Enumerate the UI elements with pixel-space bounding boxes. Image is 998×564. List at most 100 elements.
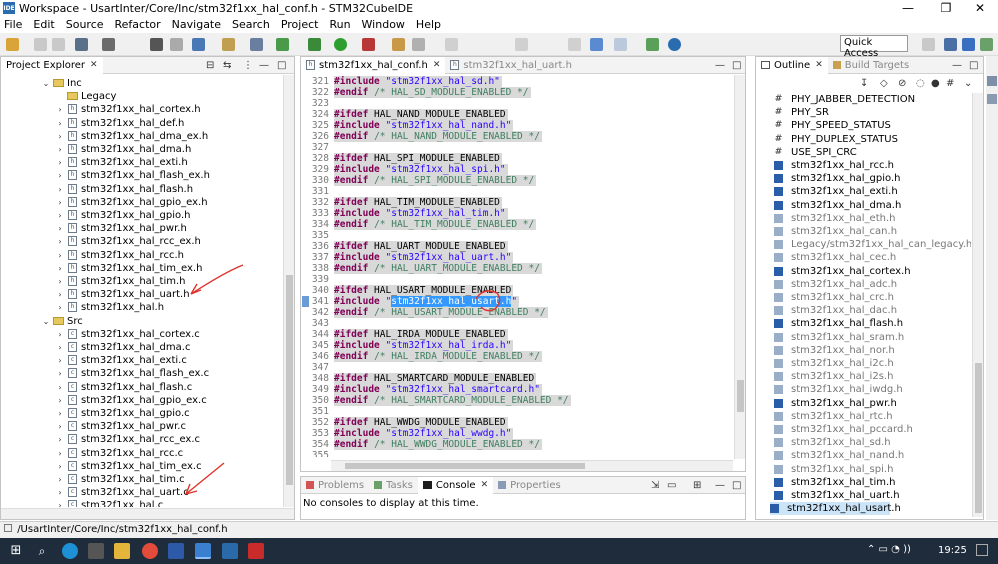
view-menu-icon[interactable]: ⋮ xyxy=(243,60,253,71)
minimize-view-icon[interactable]: — xyxy=(259,60,269,71)
expand-toggle-icon[interactable]: › xyxy=(55,447,65,460)
view-menu-icon[interactable]: ⌄ xyxy=(964,78,972,89)
expand-toggle-icon[interactable]: › xyxy=(55,209,65,222)
maximize-button[interactable]: ❐ xyxy=(928,0,964,16)
expand-toggle-icon[interactable]: › xyxy=(55,394,65,407)
tab-problems[interactable]: Problems xyxy=(301,477,369,494)
terminal-icon[interactable] xyxy=(168,543,184,559)
info-icon[interactable] xyxy=(668,38,681,51)
new-icon[interactable] xyxy=(6,38,19,51)
terminate-icon[interactable] xyxy=(170,38,183,51)
expand-toggle-icon[interactable]: ⌄ xyxy=(41,315,51,328)
tab-console[interactable]: Console ✕ xyxy=(417,476,494,494)
run-icon[interactable] xyxy=(334,38,347,51)
close-icon[interactable]: ✕ xyxy=(433,60,441,70)
menu-project[interactable]: Project xyxy=(281,18,319,31)
code-line[interactable]: #include "stm32f1xx_hal_wwdg.h" xyxy=(334,428,514,439)
expand-toggle-icon[interactable]: › xyxy=(55,222,65,235)
code-line[interactable]: #include "stm32f1xx_hal_smartcard.h" xyxy=(334,384,542,395)
expand-toggle-icon[interactable]: › xyxy=(55,460,65,473)
collapse-all-icon[interactable]: ⊟ xyxy=(206,60,214,71)
expand-toggle-icon[interactable]: › xyxy=(55,381,65,394)
code-line[interactable]: #ifdef HAL_SPI_MODULE_ENABLED xyxy=(334,153,502,164)
expand-toggle-icon[interactable]: › xyxy=(55,407,65,420)
restore-icon[interactable] xyxy=(987,76,997,86)
expand-toggle-icon[interactable]: › xyxy=(55,328,65,341)
expand-toggle-icon[interactable]: › xyxy=(55,169,65,182)
scroll-thumb[interactable] xyxy=(286,275,293,485)
code-line[interactable]: #endif /* HAL_TIM_MODULE_ENABLED */ xyxy=(334,219,537,230)
menu-search[interactable]: Search xyxy=(232,18,270,31)
maximize-view-icon[interactable]: □ xyxy=(969,60,978,71)
expand-toggle-icon[interactable]: › xyxy=(55,354,65,367)
scroll-thumb[interactable] xyxy=(345,463,585,469)
expand-toggle-icon[interactable]: › xyxy=(55,103,65,116)
open-perspective-icon[interactable] xyxy=(646,38,659,51)
expand-toggle-icon[interactable]: › xyxy=(55,275,65,288)
hammer-icon[interactable] xyxy=(102,38,115,51)
tab-tasks[interactable]: Tasks xyxy=(369,477,418,494)
code-area[interactable]: 321 #include "stm32f1xx_hal_sd.h" 322 #endi… xyxy=(301,76,731,457)
minimize-button[interactable]: — xyxy=(890,0,926,16)
minimize-view-icon[interactable]: — xyxy=(715,60,725,71)
sort-icon[interactable]: ↧ xyxy=(860,78,868,89)
tab-stm32f1xx-hal-uart-h[interactable]: h stm32f1xx_hal_uart.h xyxy=(445,57,577,74)
expand-toggle-icon[interactable]: › xyxy=(55,130,65,143)
expand-toggle-icon[interactable]: › xyxy=(55,301,65,314)
editor-vscroll[interactable] xyxy=(734,75,745,459)
expand-toggle-icon[interactable]: › xyxy=(55,196,65,209)
expand-toggle-icon[interactable]: › xyxy=(55,473,65,486)
expand-toggle-icon[interactable]: › xyxy=(55,117,65,130)
pen-icon[interactable] xyxy=(412,38,425,51)
project-explorer-vscroll[interactable] xyxy=(283,75,294,507)
debug-icon[interactable] xyxy=(308,38,321,51)
save-all-icon[interactable] xyxy=(52,38,65,51)
chrome-icon[interactable] xyxy=(142,543,158,559)
code-line[interactable]: #include "stm32f1xx_hal_spi.h" xyxy=(334,164,508,175)
hide-fields-icon[interactable]: ◇ xyxy=(880,78,888,89)
close-icon[interactable]: ✕ xyxy=(90,60,98,70)
tab-properties[interactable]: Properties xyxy=(493,477,566,494)
code-line[interactable]: #endif /* HAL_SMARTCARD_MODULE_ENABLED *… xyxy=(334,395,571,406)
cubemx-icon[interactable] xyxy=(222,543,238,559)
project-explorer-hscroll[interactable] xyxy=(1,508,294,519)
close-button[interactable]: ✕ xyxy=(962,0,998,16)
file-explorer-icon[interactable] xyxy=(114,543,130,559)
code-line[interactable]: #ifdef HAL_SMARTCARD_MODULE_ENABLED xyxy=(334,373,537,384)
menu-help[interactable]: Help xyxy=(416,18,441,31)
code-line[interactable]: #ifdef HAL_WWDG_MODULE_ENABLED xyxy=(334,417,508,428)
new-source-icon[interactable] xyxy=(222,38,235,51)
expand-toggle-icon[interactable]: › xyxy=(55,341,65,354)
expand-toggle-icon[interactable]: ⌄ xyxy=(41,77,51,90)
tab-project-explorer[interactable]: Project Explorer ✕ xyxy=(1,56,103,74)
annotation-icon[interactable] xyxy=(445,38,458,51)
windows-start-icon[interactable]: ⊞ xyxy=(8,543,24,559)
menu-run[interactable]: Run xyxy=(329,18,350,31)
code-line[interactable]: #include "stm32f1xx_hal_uart.h" xyxy=(334,252,514,263)
link-editor-icon[interactable]: ⇆ xyxy=(223,60,231,71)
tab-build-targets[interactable]: Build Targets xyxy=(828,57,914,74)
code-line[interactable]: #include "stm32f1xx_hal_irda.h" xyxy=(334,340,514,351)
code-line[interactable]: #include "stm32f1xx_hal_sd.h" xyxy=(334,76,502,87)
minimize-view-icon[interactable]: — xyxy=(715,480,725,491)
code-line[interactable]: #include "stm32f1xx_hal_tim.h" xyxy=(334,208,508,219)
tab-outline[interactable]: Outline ✕ xyxy=(756,56,828,74)
forward-icon[interactable] xyxy=(614,38,627,51)
display-console-icon[interactable]: ▭ xyxy=(667,480,676,491)
code-line[interactable]: #endif /* HAL_NAND_MODULE_ENABLED */ xyxy=(334,131,542,142)
maximize-view-icon[interactable]: □ xyxy=(277,60,286,71)
scroll-thumb[interactable] xyxy=(975,363,982,513)
code-line[interactable]: #ifdef HAL_TIM_MODULE_ENABLED xyxy=(334,197,502,208)
code-line[interactable]: #ifdef HAL_IRDA_MODULE_ENABLED xyxy=(334,329,508,340)
close-icon[interactable]: ✕ xyxy=(481,480,489,490)
debug-perspective-icon[interactable] xyxy=(980,38,993,51)
perspective-switch-icon[interactable] xyxy=(922,38,935,51)
expand-toggle-icon[interactable]: › xyxy=(55,499,65,507)
save-icon[interactable] xyxy=(34,38,47,51)
menu-refactor[interactable]: Refactor xyxy=(115,18,161,31)
open-type-icon[interactable] xyxy=(392,38,405,51)
code-line[interactable]: #ifdef HAL_NAND_MODULE_ENABLED xyxy=(334,109,508,120)
code-line[interactable]: #endif /* HAL_IRDA_MODULE_ENABLED */ xyxy=(334,351,542,362)
code-line[interactable]: #endif /* HAL_USART_MODULE_ENABLED */ xyxy=(334,307,548,318)
outline-vscroll[interactable] xyxy=(972,93,983,517)
